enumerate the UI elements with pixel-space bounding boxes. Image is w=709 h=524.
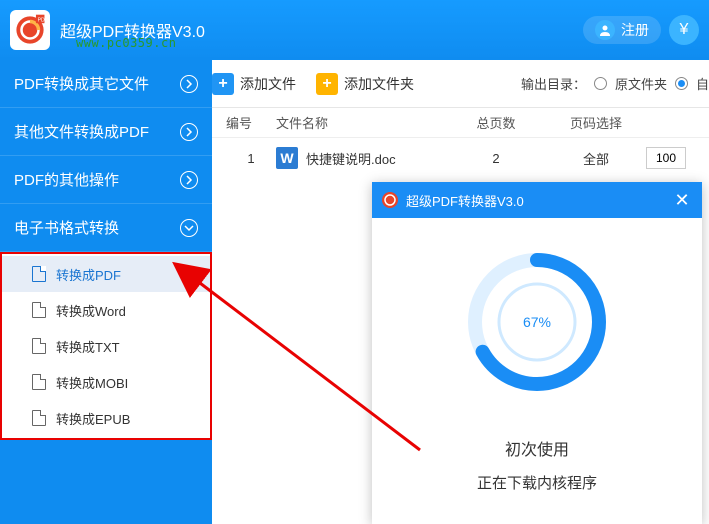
dialog-titlebar[interactable]: 超级PDF转换器V3.0 ✕: [372, 182, 702, 218]
sidebar-cat-ebook[interactable]: 电子书格式转换: [0, 204, 212, 252]
radio-custom-label: 自: [696, 74, 709, 93]
sidebar-sublist: 转换成PDF 转换成Word 转换成TXT 转换成MOBI 转换成EPUB: [0, 252, 212, 440]
col-pages: 总页数: [446, 113, 546, 132]
cell-num: 1: [226, 151, 276, 166]
plus-icon: +: [316, 73, 338, 95]
price-button[interactable]: ¥: [669, 15, 699, 45]
add-folder-button[interactable]: + 添加文件夹: [316, 73, 414, 95]
yen-icon: ¥: [680, 21, 689, 39]
col-num: 编号: [226, 113, 276, 132]
chevron-down-icon: [180, 219, 198, 237]
cell-filename: 快捷键说明.doc: [306, 149, 396, 168]
add-file-button[interactable]: + 添加文件: [212, 73, 296, 95]
sidebar-cat-pdf-to-other[interactable]: PDF转换成其它文件: [0, 60, 212, 108]
add-file-label: 添加文件: [240, 74, 296, 94]
sidebar-item-label: 转换成EPUB: [56, 409, 130, 428]
watermark-url: www.pc0359.cn: [76, 36, 176, 50]
radio-custom-folder[interactable]: [675, 77, 688, 90]
sidebar-cat-label: 其他文件转换成PDF: [14, 121, 149, 142]
file-icon: [32, 410, 46, 426]
cell-range[interactable]: 全部: [546, 149, 646, 168]
add-folder-label: 添加文件夹: [344, 74, 414, 94]
output-dir-label: 输出目录：: [521, 74, 586, 93]
chevron-right-icon: [180, 75, 198, 93]
progress-dialog: 超级PDF转换器V3.0 ✕ 67% 初次使用 正在下载内核程序: [372, 182, 702, 524]
chevron-right-icon: [180, 123, 198, 141]
sidebar-cat-label: PDF的其他操作: [14, 169, 119, 190]
close-icon[interactable]: ✕: [670, 188, 694, 212]
col-range: 页码选择: [546, 113, 646, 132]
progress-ring: 67%: [457, 242, 617, 402]
sidebar-item-to-txt[interactable]: 转换成TXT: [2, 328, 210, 364]
register-label: 注册: [621, 20, 649, 40]
sidebar-item-label: 转换成TXT: [56, 337, 120, 356]
sidebar-item-to-pdf[interactable]: 转换成PDF: [2, 256, 210, 292]
plus-icon: +: [212, 73, 234, 95]
register-button[interactable]: 注册: [583, 16, 661, 44]
dialog-line2: 正在下载内核程序: [477, 472, 597, 493]
dialog-title: 超级PDF转换器V3.0: [406, 191, 524, 210]
dialog-line1: 初次使用: [505, 436, 569, 460]
file-icon: [32, 302, 46, 318]
user-icon: [595, 20, 615, 40]
radio-original-label: 原文件夹: [615, 74, 667, 93]
chevron-right-icon: [180, 171, 198, 189]
sidebar-cat-label: PDF转换成其它文件: [14, 73, 149, 94]
sidebar-cat-label: 电子书格式转换: [14, 217, 119, 238]
progress-percent: 67%: [523, 314, 551, 330]
word-icon: W: [276, 147, 298, 169]
sidebar: PDF转换成其它文件 其他文件转换成PDF PDF的其他操作 电子书格式转换 转…: [0, 60, 212, 524]
svg-text:PDF: PDF: [38, 18, 47, 24]
sidebar-item-label: 转换成Word: [56, 301, 126, 320]
app-logo-icon: [380, 190, 400, 210]
file-icon: [32, 338, 46, 354]
table-header: 编号 文件名称 总页数 页码选择: [212, 108, 709, 138]
file-icon: [32, 266, 46, 282]
cell-pages: 2: [446, 151, 546, 166]
percent-input[interactable]: [646, 147, 686, 169]
sidebar-item-label: 转换成PDF: [56, 265, 121, 284]
output-dir-group: 输出目录： 原文件夹 自: [521, 74, 709, 93]
sidebar-item-to-epub[interactable]: 转换成EPUB: [2, 400, 210, 436]
col-name: 文件名称: [276, 113, 446, 132]
file-icon: [32, 374, 46, 390]
table-row[interactable]: 1 W 快捷键说明.doc 2 全部: [212, 138, 709, 178]
sidebar-cat-other-to-pdf[interactable]: 其他文件转换成PDF: [0, 108, 212, 156]
sidebar-item-label: 转换成MOBI: [56, 373, 128, 392]
sidebar-item-to-word[interactable]: 转换成Word: [2, 292, 210, 328]
sidebar-cat-pdf-other-ops[interactable]: PDF的其他操作: [0, 156, 212, 204]
app-logo: PDF: [10, 10, 50, 50]
radio-original-folder[interactable]: [594, 77, 607, 90]
sidebar-item-to-mobi[interactable]: 转换成MOBI: [2, 364, 210, 400]
